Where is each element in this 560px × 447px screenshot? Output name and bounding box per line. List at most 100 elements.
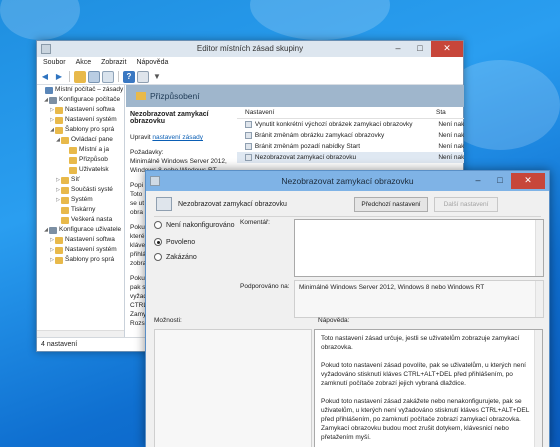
help-scrollbar[interactable] xyxy=(534,330,542,447)
policy-setting-icon xyxy=(245,154,252,161)
radio-enabled[interactable]: Povoleno xyxy=(154,238,195,246)
help-label: Nápověda: xyxy=(318,317,350,324)
previous-setting-button[interactable]: Předchozí nastavení xyxy=(354,197,428,212)
tree-item[interactable]: ◢ Šablony pro sprá xyxy=(37,125,124,135)
menu-bar: Soubor Akce Zobrazit Nápověda xyxy=(37,57,463,69)
radio-label: Povoleno xyxy=(166,238,196,246)
supported-on-label: Podporováno na: xyxy=(240,283,290,290)
list-item[interactable]: Vynutit konkrétní výchozí obrázek zamyka… xyxy=(237,119,464,130)
folder-icon xyxy=(55,236,63,244)
folder-icon xyxy=(61,216,69,224)
policy-setting-dialog: Nezobrazovat zamykací obrazovku – □ ✕ Ne… xyxy=(145,170,550,447)
tree-item[interactable]: Uživatelsk xyxy=(37,165,124,175)
list-item[interactable]: Bránit změnám obrázku zamykací obrazovky… xyxy=(237,130,464,141)
dialog-title-bar[interactable]: Nezobrazovat zamykací obrazovku – □ ✕ xyxy=(146,171,549,191)
folder-icon xyxy=(61,196,69,204)
help-icon[interactable]: ? xyxy=(123,70,135,83)
policy-title: Nezobrazovat zamykací obrazovku xyxy=(130,111,209,125)
tree-item[interactable]: ▷ Systém xyxy=(37,195,124,205)
edit-policy-link[interactable]: nastavení zásady xyxy=(152,134,203,141)
wallpaper-shape xyxy=(250,0,390,40)
comment-scrollbar[interactable] xyxy=(535,220,543,276)
menu-action[interactable]: Akce xyxy=(72,57,96,69)
supported-on-scrollbar[interactable] xyxy=(535,281,543,317)
maximize-button[interactable]: □ xyxy=(409,41,431,57)
tree-item[interactable]: ◢ Konfigurace uživatele xyxy=(37,225,124,235)
edit-prefix: Upravit xyxy=(130,134,151,141)
tree-item[interactable]: ▷ Nastavení systém xyxy=(37,115,124,125)
comment-textarea[interactable] xyxy=(294,219,544,277)
folder-icon xyxy=(55,116,63,124)
policy-setting-icon xyxy=(245,143,252,150)
minimize-button[interactable]: – xyxy=(387,41,409,57)
navigation-tree: Místní počítač – zásady ◢ Konfigurace poč… xyxy=(37,85,125,338)
help-pane: Toto nastavení zásad určuje, jestli se u… xyxy=(314,329,543,447)
title-bar[interactable]: Editor místních zásad skupiny – □ ✕ xyxy=(37,41,463,57)
policy-setting-icon xyxy=(245,132,252,139)
tree-item[interactable]: ▷ Nastavení systém xyxy=(37,245,124,255)
dialog-close-button[interactable]: ✕ xyxy=(511,173,545,189)
options-label: Možnosti: xyxy=(154,317,182,324)
help-paragraph: Pokud toto nastavení zásad zakážete nebo… xyxy=(321,398,530,441)
tree-item[interactable]: Tiskárny xyxy=(37,205,124,215)
options-pane xyxy=(154,329,312,447)
folder-icon xyxy=(61,206,69,214)
tree-item[interactable]: ▷ Šablony pro sprá xyxy=(37,255,124,265)
up-folder-icon[interactable] xyxy=(74,70,86,83)
filter-icon[interactable]: ▼ xyxy=(151,71,163,83)
folder-icon xyxy=(55,256,63,264)
folder-icon xyxy=(69,156,77,164)
content-header-title: Přizpůsobení xyxy=(150,91,200,101)
policy-name: Nezobrazovat zamykací obrazovku xyxy=(178,200,287,208)
back-icon[interactable]: ◀ xyxy=(39,71,51,83)
radio-disabled[interactable]: Zakázáno xyxy=(154,253,197,261)
tree-item[interactable]: ◢ Ovládací pane xyxy=(37,135,124,145)
menu-file[interactable]: Soubor xyxy=(39,57,70,69)
policy-setting-icon xyxy=(156,197,172,211)
tree-item[interactable]: ▷ Součásti systé xyxy=(37,185,124,195)
folder-icon xyxy=(69,166,77,174)
folder-icon xyxy=(136,92,146,100)
folder-icon xyxy=(55,106,63,114)
list-header: Nastavení Sta xyxy=(237,107,464,119)
next-setting-button[interactable]: Další nastavení xyxy=(434,197,498,212)
menu-help[interactable]: Nápověda xyxy=(132,57,172,69)
tree-item[interactable]: ◢ Konfigurace počítače xyxy=(37,95,124,105)
tree-item[interactable]: Přizpůsob xyxy=(37,155,124,165)
column-header-state[interactable]: Sta xyxy=(434,107,446,118)
folder-icon xyxy=(61,176,69,184)
folder-icon xyxy=(61,186,69,194)
forward-icon[interactable]: ▶ xyxy=(53,71,65,83)
show-hide-tree-icon[interactable] xyxy=(88,70,100,83)
radio-not-configured[interactable]: Není nakonfigurováno xyxy=(154,221,235,229)
dialog-app-icon xyxy=(150,176,160,186)
tree-item[interactable]: Místní a ja xyxy=(37,145,124,155)
toolbar: ◀ ▶ ? ▼ xyxy=(37,69,463,85)
menu-view[interactable]: Zobrazit xyxy=(97,57,130,69)
dialog-maximize-button[interactable]: □ xyxy=(489,173,511,189)
supported-on-field: Minimálně Windows Server 2012, Windows 8… xyxy=(294,280,544,318)
radio-circle-selected xyxy=(154,238,162,246)
app-icon xyxy=(41,44,51,54)
column-header-name[interactable]: Nastavení xyxy=(237,107,434,118)
tree-item[interactable]: ▷ Nastavení softwa xyxy=(37,105,124,115)
policy-header: Nezobrazovat zamykací obrazovku xyxy=(156,197,287,211)
list-item-selected[interactable]: Nezobrazovat zamykací obrazovku Není nak xyxy=(237,152,464,163)
list-item[interactable]: Bránit změnám pozadí nabídky Start Není n… xyxy=(237,141,464,152)
folder-icon xyxy=(61,136,69,144)
wallpaper-shape xyxy=(0,0,80,40)
folder-icon xyxy=(55,126,63,134)
close-button[interactable]: ✕ xyxy=(431,41,463,57)
tree-item[interactable]: Veškerá nasta xyxy=(37,215,124,225)
radio-label: Není nakonfigurováno xyxy=(166,221,235,229)
dialog-minimize-button[interactable]: – xyxy=(467,173,489,189)
properties-icon[interactable] xyxy=(137,70,149,83)
tree-item[interactable]: Místní počítač – zásady xyxy=(37,85,124,95)
radio-label: Zakázáno xyxy=(166,253,197,261)
radio-circle xyxy=(154,253,162,261)
supported-on-value: Minimálně Windows Server 2012, Windows 8… xyxy=(299,284,485,291)
export-icon[interactable] xyxy=(102,70,114,83)
divider xyxy=(154,216,541,217)
tree-item[interactable]: ▷ Nastavení softwa xyxy=(37,235,124,245)
tree-item[interactable]: ▷ Síť xyxy=(37,175,124,185)
